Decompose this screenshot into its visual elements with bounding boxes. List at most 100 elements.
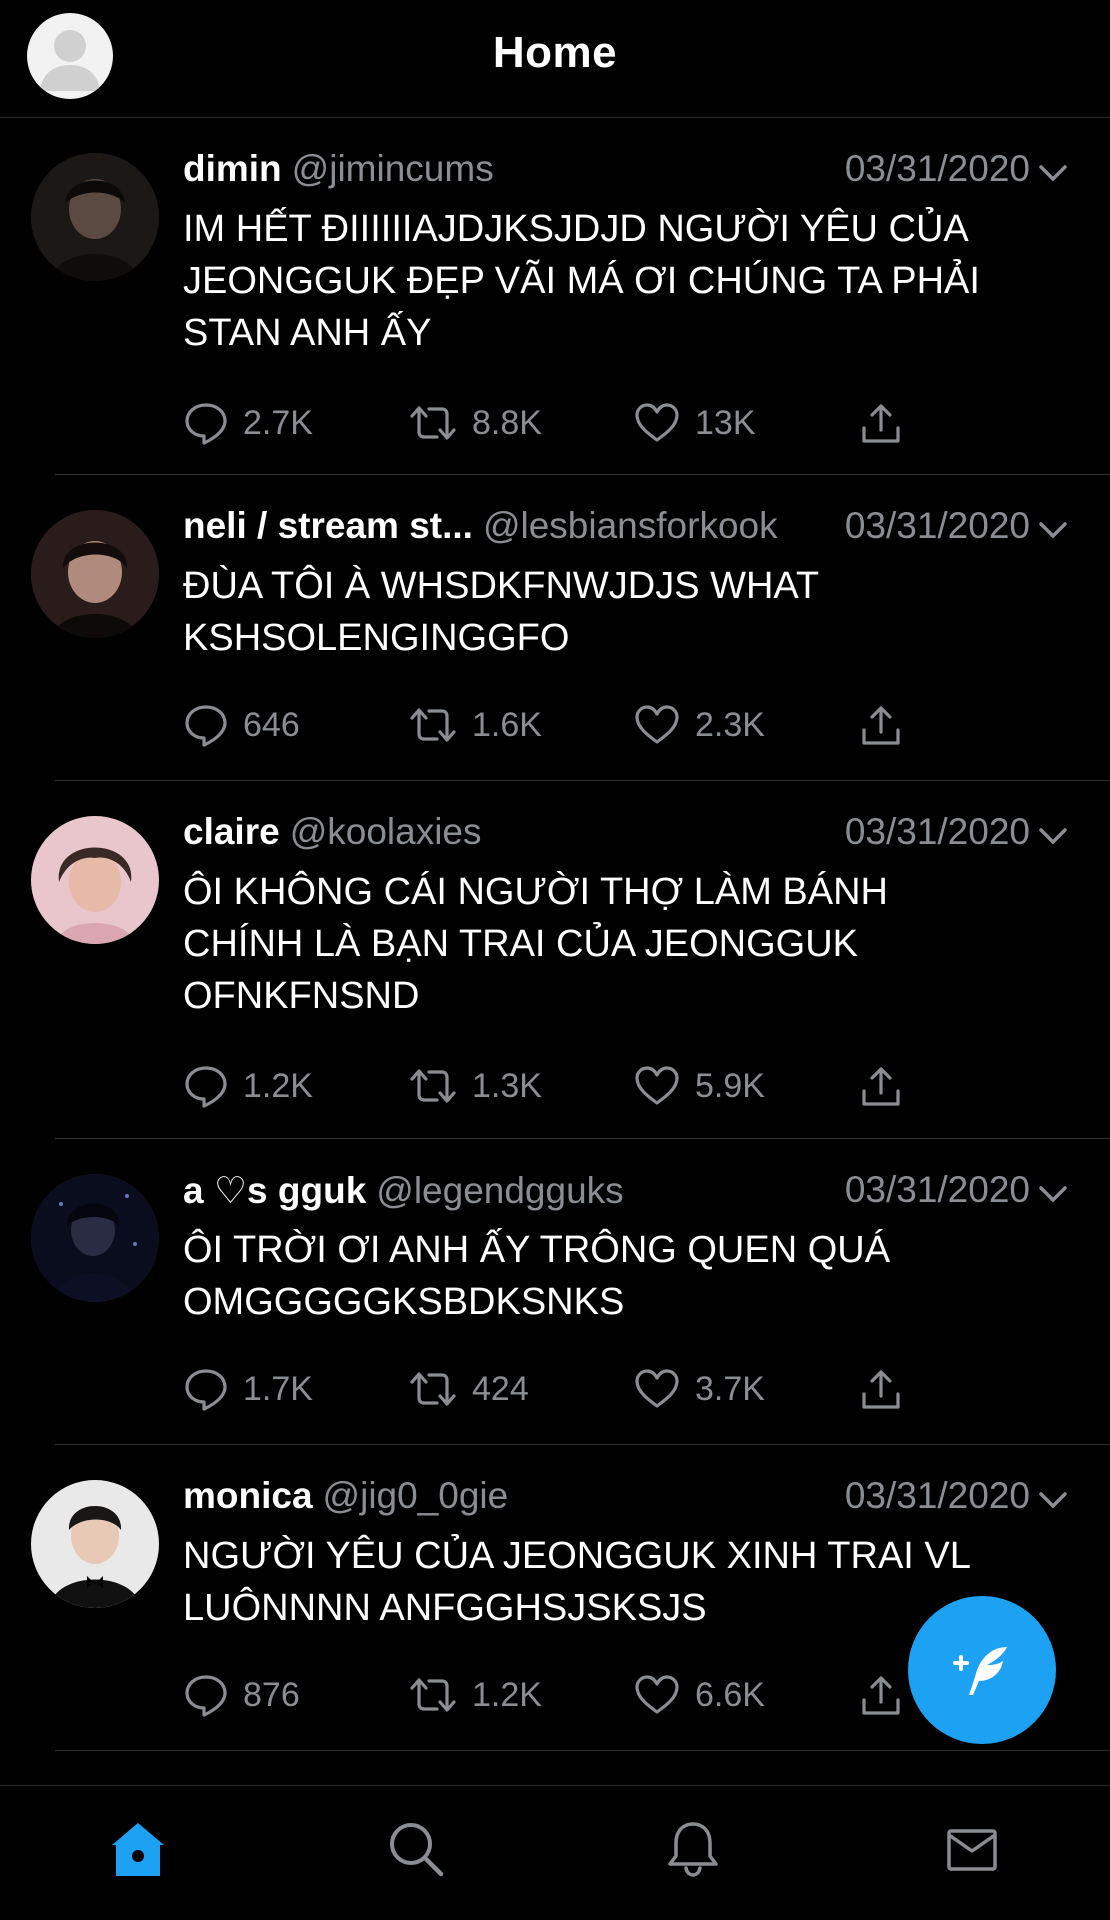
user-handle[interactable]: @lesbiansforkook bbox=[483, 505, 778, 546]
timeline-feed[interactable]: dimin @jimincums 03/31/2020 IM HẾT ĐIIIII… bbox=[0, 118, 1110, 1751]
avatar-photo bbox=[31, 1174, 159, 1302]
tweet-header: dimin @jimincums 03/31/2020 bbox=[183, 148, 1070, 198]
tweet[interactable]: neli / stream st... @lesbiansforkook 03/3… bbox=[31, 475, 1110, 781]
tweet-actions: 646 1.6K 2.3K bbox=[183, 700, 943, 750]
tab-messages[interactable] bbox=[937, 1814, 1007, 1884]
tab-home[interactable] bbox=[103, 1814, 173, 1884]
tweet-avatar[interactable] bbox=[31, 1480, 159, 1608]
retweet-count: 1.3K bbox=[472, 1066, 542, 1105]
reply-count: 2.7K bbox=[243, 403, 313, 442]
retweet-icon bbox=[410, 1372, 456, 1406]
top-bar: Home bbox=[0, 0, 1110, 118]
reply-button[interactable]: 1.2K bbox=[183, 1061, 313, 1111]
heart-icon bbox=[635, 403, 679, 442]
tweet[interactable]: a ♡s gguk @legendgguks 03/31/2020 ÔI TRỜI… bbox=[31, 1139, 1110, 1445]
reply-button[interactable]: 646 bbox=[183, 700, 300, 750]
heart-icon bbox=[635, 1369, 679, 1408]
display-name[interactable]: claire bbox=[183, 811, 280, 852]
share-icon bbox=[862, 404, 900, 443]
display-name[interactable]: monica bbox=[183, 1475, 313, 1516]
bottom-tab-bar bbox=[0, 1785, 1110, 1920]
tweet-header: neli / stream st... @lesbiansforkook 03/3… bbox=[183, 505, 1070, 555]
tweet-avatar[interactable] bbox=[31, 510, 159, 638]
chevron-down-icon[interactable] bbox=[1036, 513, 1070, 547]
like-count: 3.7K bbox=[695, 1369, 765, 1408]
share-icon bbox=[862, 1676, 900, 1715]
heart-icon bbox=[635, 705, 679, 744]
search-icon bbox=[390, 1823, 444, 1877]
tweet-header: claire @koolaxies 03/31/2020 bbox=[183, 811, 1070, 861]
speech-bubble-icon bbox=[185, 403, 227, 445]
chevron-down-icon[interactable] bbox=[1036, 819, 1070, 853]
like-count: 6.6K bbox=[695, 1675, 765, 1714]
tweet-text: ÔI KHÔNG CÁI NGƯỜI THỢ LÀM BÁNH CHÍNH LÀ… bbox=[183, 871, 889, 1017]
page-title: Home bbox=[492, 28, 618, 77]
avatar-photo bbox=[31, 510, 159, 638]
reply-button[interactable]: 2.7K bbox=[183, 398, 313, 448]
tweet-actions: 1.2K 1.3K 5.9K bbox=[183, 1061, 943, 1111]
tweet-text: ÔI TRỜI ƠI ANH ẤY TRÔNG QUEN QUÁ OMGGGGG… bbox=[183, 1229, 891, 1323]
like-button[interactable]: 13K bbox=[633, 398, 756, 448]
reply-button[interactable]: 1.7K bbox=[183, 1364, 313, 1414]
retweet-icon bbox=[410, 1069, 456, 1103]
compose-tweet-button[interactable] bbox=[908, 1596, 1056, 1744]
reply-count: 1.7K bbox=[243, 1369, 313, 1408]
share-button[interactable] bbox=[858, 1061, 918, 1111]
tweet-avatar[interactable] bbox=[31, 816, 159, 944]
tweet[interactable]: dimin @jimincums 03/31/2020 IM HẾT ĐIIIII… bbox=[31, 118, 1110, 475]
tweet-header: monica @jig0_0gie 03/31/2020 bbox=[183, 1475, 1070, 1525]
display-name[interactable]: neli / stream st... bbox=[183, 505, 473, 546]
tweet-text: IM HẾT ĐIIIIIIAJDJKSJDJD NGƯỜI YÊU CỦA J… bbox=[183, 208, 980, 354]
reply-count: 876 bbox=[243, 1675, 300, 1714]
tweet-date: 03/31/2020 bbox=[836, 505, 1030, 547]
display-name[interactable]: dimin bbox=[183, 148, 282, 189]
user-handle[interactable]: @jimincums bbox=[292, 148, 494, 189]
tweet-actions: 876 1.2K 6.6K bbox=[183, 1670, 943, 1720]
reply-button[interactable]: 876 bbox=[183, 1670, 300, 1720]
retweet-button[interactable]: 8.8K bbox=[408, 398, 542, 448]
like-count: 2.3K bbox=[695, 705, 765, 744]
tweet-actions: 1.7K 424 3.7K bbox=[183, 1364, 943, 1414]
share-button[interactable] bbox=[858, 700, 918, 750]
speech-bubble-icon bbox=[185, 1369, 227, 1411]
retweet-button[interactable]: 1.3K bbox=[408, 1061, 542, 1111]
retweet-count: 1.6K bbox=[472, 705, 542, 744]
tweet-text: ĐÙA TÔI À WHSDKFNWJDJS WHAT KSHSOLENGING… bbox=[183, 565, 820, 659]
user-handle[interactable]: @legendgguks bbox=[376, 1170, 623, 1211]
speech-bubble-icon bbox=[185, 705, 227, 747]
like-button[interactable]: 6.6K bbox=[633, 1670, 765, 1720]
bell-icon bbox=[668, 1822, 718, 1877]
like-button[interactable]: 5.9K bbox=[633, 1061, 765, 1111]
retweet-button[interactable]: 1.6K bbox=[408, 700, 542, 750]
reply-count: 1.2K bbox=[243, 1066, 313, 1105]
share-button[interactable] bbox=[858, 1364, 918, 1414]
retweet-icon bbox=[410, 406, 456, 440]
mail-icon bbox=[947, 1829, 997, 1871]
like-count: 13K bbox=[695, 403, 756, 442]
retweet-button[interactable]: 424 bbox=[408, 1364, 529, 1414]
user-handle[interactable]: @koolaxies bbox=[290, 811, 482, 852]
compose-quill-icon bbox=[953, 1647, 1007, 1695]
tab-search[interactable] bbox=[381, 1814, 451, 1884]
heart-icon bbox=[635, 1675, 679, 1714]
tab-notifications[interactable] bbox=[658, 1814, 728, 1884]
tweet-date: 03/31/2020 bbox=[836, 811, 1030, 853]
retweet-count: 1.2K bbox=[472, 1675, 542, 1714]
retweet-count: 424 bbox=[472, 1369, 529, 1408]
heart-icon bbox=[635, 1066, 679, 1105]
like-button[interactable]: 2.3K bbox=[633, 700, 765, 750]
share-icon bbox=[862, 706, 900, 745]
tweet-header: a ♡s gguk @legendgguks 03/31/2020 bbox=[183, 1169, 1070, 1219]
tweet[interactable]: claire @koolaxies 03/31/2020 ÔI KHÔNG CÁI… bbox=[31, 781, 1110, 1139]
display-name[interactable]: a ♡s gguk bbox=[183, 1170, 366, 1211]
chevron-down-icon[interactable] bbox=[1036, 156, 1070, 190]
tweet-avatar[interactable] bbox=[31, 153, 159, 281]
chevron-down-icon[interactable] bbox=[1036, 1483, 1070, 1517]
retweet-button[interactable]: 1.2K bbox=[408, 1670, 542, 1720]
chevron-down-icon[interactable] bbox=[1036, 1177, 1070, 1211]
tweet-avatar[interactable] bbox=[31, 1174, 159, 1302]
share-icon bbox=[862, 1370, 900, 1409]
user-handle[interactable]: @jig0_0gie bbox=[323, 1475, 509, 1516]
share-button[interactable] bbox=[858, 398, 918, 448]
like-button[interactable]: 3.7K bbox=[633, 1364, 765, 1414]
